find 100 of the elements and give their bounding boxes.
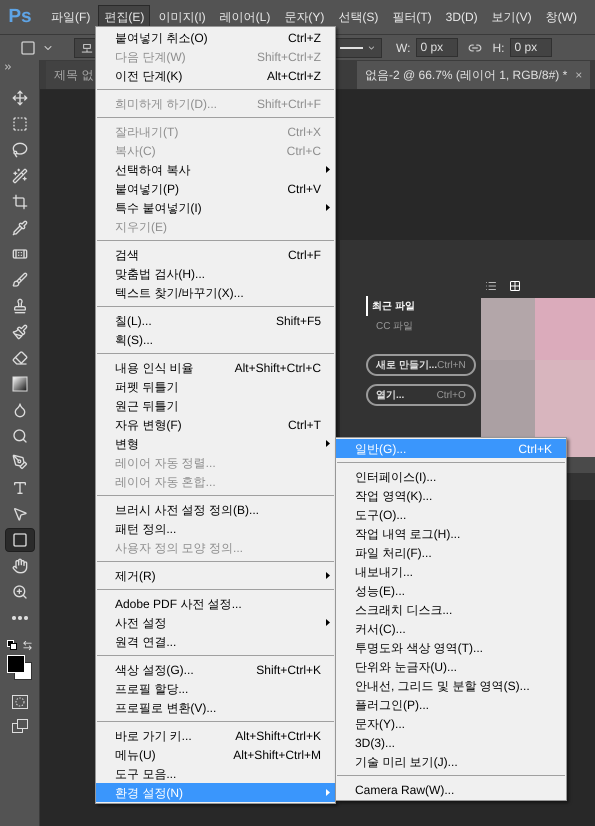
- paintbrush-icon: [12, 324, 28, 340]
- menu-item[interactable]: 성능(E)...: [336, 581, 566, 600]
- droplet-icon: [12, 402, 28, 418]
- menu-item[interactable]: 붙여넣기(P) Ctrl+V: [96, 179, 335, 198]
- menu-item[interactable]: 브러시 사전 설정 정의(B)...: [96, 500, 335, 519]
- menu-item[interactable]: 바로 가기 키... Alt+Shift+Ctrl+K: [96, 726, 335, 745]
- section-link[interactable]: 최근 파일: [366, 296, 476, 316]
- menu-item[interactable]: 도구 모음...: [96, 764, 335, 783]
- menu-item[interactable]: 퍼펫 뒤틀기: [96, 377, 335, 396]
- menu-item[interactable]: 기술 미리 보기(J)...: [336, 752, 566, 771]
- collapse-icon[interactable]: [3, 62, 13, 72]
- eyedropper-icon: [12, 220, 28, 236]
- menu-item[interactable]: 인터페이스(I)...: [336, 467, 566, 486]
- menu-item[interactable]: 투명도와 색상 영역(T)...: [336, 638, 566, 657]
- menu-item[interactable]: 내보내기...: [336, 562, 566, 581]
- menu-item[interactable]: 이전 단계(K) Alt+Ctrl+Z: [96, 66, 335, 85]
- line-style-icon: [340, 46, 364, 50]
- menu-item[interactable]: 사전 설정: [96, 613, 335, 632]
- menu-item[interactable]: 특수 붙여넣기(I): [96, 198, 335, 217]
- menu-title[interactable]: 문자(Y): [278, 5, 330, 29]
- menu-item[interactable]: 플러그인(P)...: [336, 695, 566, 714]
- color-swatches[interactable]: [4, 653, 34, 683]
- move-icon: [12, 90, 28, 106]
- menu-item[interactable]: Adobe PDF 사전 설정...: [96, 594, 335, 613]
- document-tab[interactable]: 없음-2 @ 66.7% (레이어 1, RGB/8#) * ×: [357, 61, 590, 89]
- magnifier-icon: [12, 428, 28, 444]
- menu-item[interactable]: 자유 변형(F) Ctrl+T: [96, 415, 335, 434]
- wand-icon: [12, 168, 28, 184]
- menu-item[interactable]: 텍스트 찾기/바꾸기(X)...: [96, 283, 335, 302]
- width-field[interactable]: 0 px: [416, 38, 458, 57]
- menu-item[interactable]: 내용 인식 비율 Alt+Shift+Ctrl+C: [96, 358, 335, 377]
- menu-title[interactable]: 3D(D): [440, 5, 484, 29]
- quick-mask-icon[interactable]: [12, 695, 28, 709]
- menu-item[interactable]: 3D(3)...: [336, 733, 566, 752]
- menu-title[interactable]: 파일(F): [45, 5, 96, 29]
- menu-item[interactable]: 검색 Ctrl+F: [96, 245, 335, 264]
- lasso-icon: [12, 142, 28, 158]
- menu-item[interactable]: 도구(O)...: [336, 505, 566, 524]
- shortcut-label: Alt+Shift+Ctrl+C: [234, 360, 321, 376]
- menu-item[interactable]: 획(S)...: [96, 330, 335, 349]
- menu-item[interactable]: 파일 처리(F)...: [336, 543, 566, 562]
- stamp-icon: [12, 298, 28, 314]
- shortcut-label: Shift+Ctrl+F: [256, 96, 321, 112]
- menu-item[interactable]: 작업 내역 로그(H)...: [336, 524, 566, 543]
- menu-item[interactable]: 원근 뒤틀기: [96, 396, 335, 415]
- default-colors-icon[interactable]: [6, 640, 16, 650]
- menu-item[interactable]: 작업 영역(K)...: [336, 486, 566, 505]
- menu-title[interactable]: 창(W): [540, 5, 583, 29]
- menu-title[interactable]: 보기(V): [486, 5, 538, 29]
- menu-item[interactable]: 맞춤법 검사(H)...: [96, 264, 335, 283]
- close-icon[interactable]: ×: [575, 66, 582, 84]
- shortcut-label: Ctrl+Z: [288, 30, 321, 46]
- shortcut-label: Ctrl+X: [287, 124, 321, 140]
- menu-title[interactable]: 선택(S): [332, 5, 384, 29]
- menu-item[interactable]: 칠(L)... Shift+F5: [96, 311, 335, 330]
- menu-item[interactable]: 패턴 정의...: [96, 519, 335, 538]
- section-link[interactable]: CC 파일: [366, 316, 476, 336]
- menu-item[interactable]: 선택하여 복사: [96, 160, 335, 179]
- menu-item[interactable]: 색상 설정(G)... Shift+Ctrl+K: [96, 660, 335, 679]
- shortcut-label: Ctrl+F: [288, 246, 321, 264]
- dashed-rectangle-icon: [12, 116, 28, 132]
- screen-mode-icon[interactable]: [12, 719, 28, 733]
- start-button[interactable]: 새로 만들기...Ctrl+N: [366, 354, 476, 376]
- type-icon: [12, 480, 28, 496]
- pointer-icon: [12, 506, 28, 522]
- shortcut-label: Ctrl+N: [437, 358, 466, 372]
- menu-item[interactable]: 단위와 눈금자(U)...: [336, 657, 566, 676]
- menu-item[interactable]: 변형: [96, 434, 335, 453]
- zoom-icon: [12, 584, 28, 600]
- height-label: H:: [492, 40, 504, 56]
- width-label: W:: [396, 40, 410, 56]
- menu-title[interactable]: 레이어(L): [214, 5, 276, 29]
- menu-item[interactable]: Camera Raw(W)...: [336, 780, 566, 799]
- menu-item[interactable]: 안내선, 그리드 및 분할 영역(S)...: [336, 676, 566, 695]
- shortcut-label: Ctrl+C: [286, 142, 321, 160]
- menu-item[interactable]: 프로필 할당...: [96, 679, 335, 698]
- crop-icon: [12, 194, 28, 210]
- shortcut-label: Alt+Ctrl+Z: [266, 68, 321, 84]
- menu-title[interactable]: 이미지(I): [152, 5, 212, 29]
- menu-item[interactable]: 커서(C)...: [336, 619, 566, 638]
- menu-item[interactable]: 프로필로 변환(V)...: [96, 698, 335, 717]
- shortcut-label: Shift+Ctrl+Z: [256, 48, 321, 66]
- menu-title[interactable]: 필터(T): [386, 5, 438, 29]
- menu-item[interactable]: 문자(Y)...: [336, 714, 566, 733]
- start-button[interactable]: 열기... Ctrl+O: [366, 384, 476, 406]
- hand-icon: [12, 558, 28, 574]
- shortcut-label: Shift+Ctrl+K: [256, 662, 321, 678]
- brush-icon: [12, 272, 28, 288]
- menu-item[interactable]: 스크래치 디스크...: [336, 600, 566, 619]
- shortcut-label: Shift+F5: [276, 312, 321, 330]
- eraser-icon: [12, 350, 28, 366]
- shortcut-label: Alt+Shift+Ctrl+K: [235, 728, 321, 744]
- height-field[interactable]: 0 px: [510, 38, 552, 57]
- grid-view-icon[interactable]: [508, 280, 521, 292]
- menu-item[interactable]: 제거(R): [96, 566, 335, 585]
- tool-button[interactable]: [4, 528, 34, 552]
- menu-item[interactable]: 원격 연결...: [96, 632, 335, 651]
- swap-icon[interactable]: [22, 640, 32, 651]
- shortcut-label: Ctrl+V: [287, 180, 321, 198]
- menu-item[interactable]: 메뉴(U) Alt+Shift+Ctrl+M: [96, 745, 335, 764]
